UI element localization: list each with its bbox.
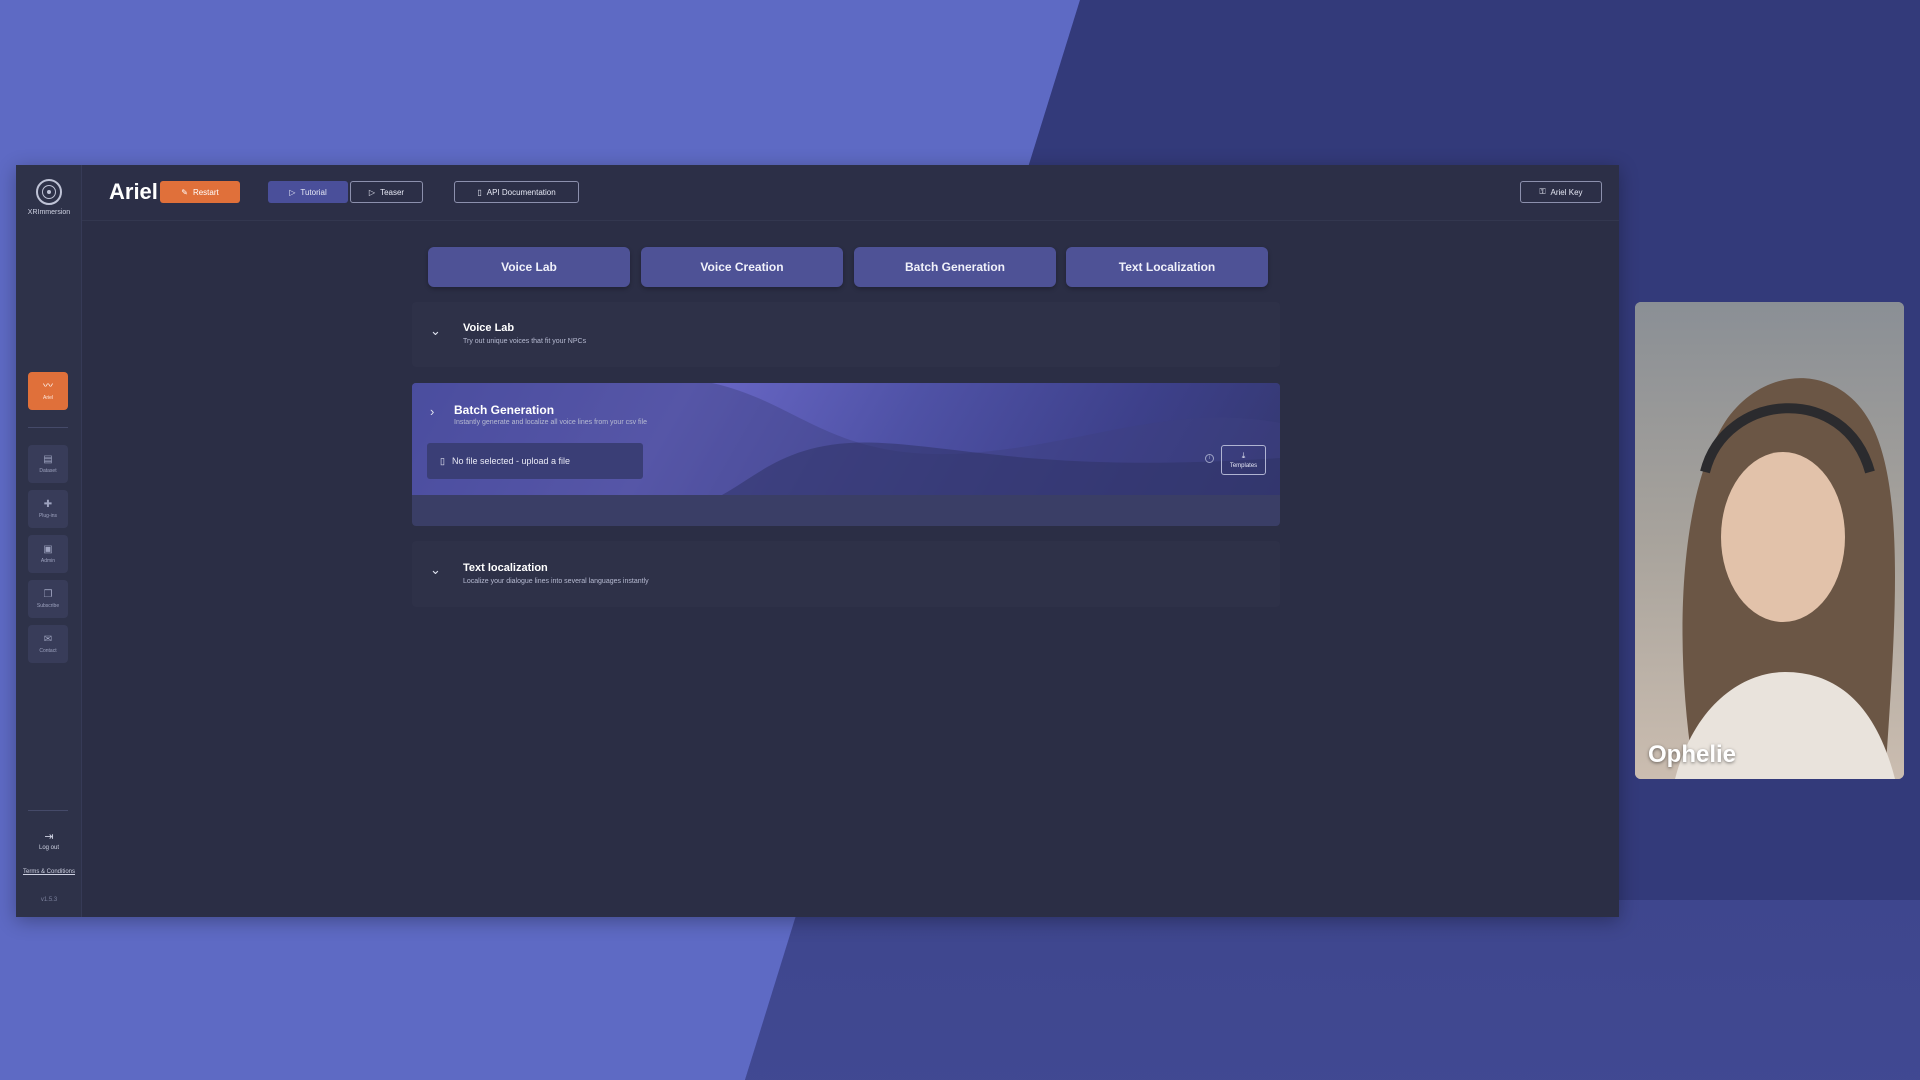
file-upload-field[interactable]: ▯ No file selected - upload a file	[427, 443, 643, 479]
tutorial-label: Tutorial	[300, 187, 327, 197]
text-localization-panel[interactable]: ⌄ Text localization Localize your dialog…	[412, 541, 1280, 607]
tab-text-localization[interactable]: Text Localization	[1066, 247, 1268, 287]
api-documentation-button[interactable]: ▯ API Documentation	[454, 181, 579, 203]
restart-button[interactable]: ✎ Restart	[160, 181, 240, 203]
sidebar-item-admin[interactable]: ▣ Admin	[28, 535, 68, 573]
sidebar-item-contact[interactable]: ✉ Contact	[28, 625, 68, 663]
mail-icon: ✉	[43, 633, 53, 645]
restart-label: Restart	[192, 187, 219, 197]
sidebar-item-ariel[interactable]: 〰 Ariel	[28, 372, 68, 410]
sidebar-item-label: Ariel	[42, 394, 53, 401]
templates-label: Templates	[1229, 463, 1258, 469]
tutorial-button[interactable]: ▷ Tutorial	[268, 181, 348, 203]
voice-lab-panel[interactable]: ⌄ Voice Lab Try out unique voices that f…	[412, 302, 1280, 367]
voice-lab-title: Voice Lab	[463, 322, 515, 334]
tab-voice-lab[interactable]: Voice Lab	[428, 247, 630, 287]
templates-button[interactable]: ⤓ Templates	[1221, 445, 1266, 475]
logo-text: XRImmersion	[27, 209, 71, 216]
play-icon: ▷	[289, 187, 296, 197]
sidebar-divider	[28, 810, 68, 811]
batch-subtitle: Instantly generate and localize all voic…	[454, 419, 647, 426]
webcam-overlay: Ophelie	[1635, 302, 1904, 779]
ariel-key-button[interactable]: ⚿ Ariel Key	[1520, 181, 1602, 203]
teaser-label: Teaser	[380, 187, 405, 197]
file-upload-placeholder: No file selected - upload a file	[451, 456, 571, 466]
restart-icon: ✎	[181, 187, 188, 197]
chevron-down-icon[interactable]: ⌄	[430, 323, 441, 339]
sidebar: XRImmersion 〰 Ariel ▤ Dataset ✚ Plug-ins…	[16, 165, 82, 917]
database-icon: ▤	[43, 453, 53, 465]
terms-link[interactable]: Terms & Conditions	[16, 868, 82, 876]
batch-generation-panel: › Batch Generation Instantly generate an…	[412, 383, 1280, 526]
app-title: Ariel	[109, 179, 158, 204]
sidebar-item-dataset[interactable]: ▤ Dataset	[28, 445, 68, 483]
voice-lab-subtitle: Try out unique voices that fit your NPCs	[463, 338, 587, 345]
batch-title: Batch Generation	[454, 403, 555, 417]
sidebar-item-subscribe[interactable]: ❐ Subscribe	[28, 580, 68, 618]
text-loc-subtitle: Localize your dialogue lines into severa…	[463, 578, 649, 585]
logout-button[interactable]: ⇥ Log out	[16, 830, 82, 851]
logo[interactable]: XRImmersion	[16, 179, 82, 216]
subscribe-icon: ❐	[43, 588, 53, 600]
key-icon: ⚿	[1539, 187, 1546, 196]
teaser-button[interactable]: ▷ Teaser	[350, 181, 423, 203]
document-icon: ▯	[477, 187, 482, 197]
chevron-down-icon[interactable]: ⌄	[430, 562, 441, 578]
participant-name: Ophelie	[1648, 741, 1737, 768]
play-icon: ▷	[368, 187, 376, 197]
logout-icon: ⇥	[44, 831, 54, 843]
logo-icon	[36, 179, 62, 205]
tab-voice-creation[interactable]: Voice Creation	[641, 247, 843, 287]
waveform-icon: 〰	[43, 380, 53, 392]
text-loc-title: Text localization	[463, 562, 548, 574]
version-label: v1.5.3	[40, 897, 58, 903]
download-icon: ⤓	[1241, 451, 1246, 460]
key-label: Ariel Key	[1550, 187, 1583, 197]
logout-label: Log out	[38, 845, 60, 851]
info-icon[interactable]: i	[1205, 454, 1214, 463]
sidebar-divider	[28, 427, 68, 428]
admin-icon: ▣	[43, 543, 53, 555]
sidebar-item-label: Plug-ins	[38, 512, 58, 519]
api-label: API Documentation	[486, 187, 556, 197]
sidebar-item-label: Admin	[40, 557, 56, 564]
file-icon: ▯	[440, 455, 445, 466]
tab-batch-generation[interactable]: Batch Generation	[854, 247, 1056, 287]
sidebar-item-plugins[interactable]: ✚ Plug-ins	[28, 490, 68, 528]
sidebar-item-label: Dataset	[39, 467, 57, 474]
puzzle-icon: ✚	[43, 498, 53, 510]
top-bar: Ariel ✎ Restart ▷ Tutorial ▷ Teaser ▯ AP…	[82, 165, 1619, 221]
person-silhouette	[1635, 302, 1904, 779]
chevron-right-icon[interactable]: ›	[430, 404, 434, 419]
sidebar-item-label: Subscribe	[36, 602, 60, 609]
app-window: XRImmersion 〰 Ariel ▤ Dataset ✚ Plug-ins…	[16, 165, 1619, 917]
sidebar-item-label: Contact	[39, 647, 57, 654]
